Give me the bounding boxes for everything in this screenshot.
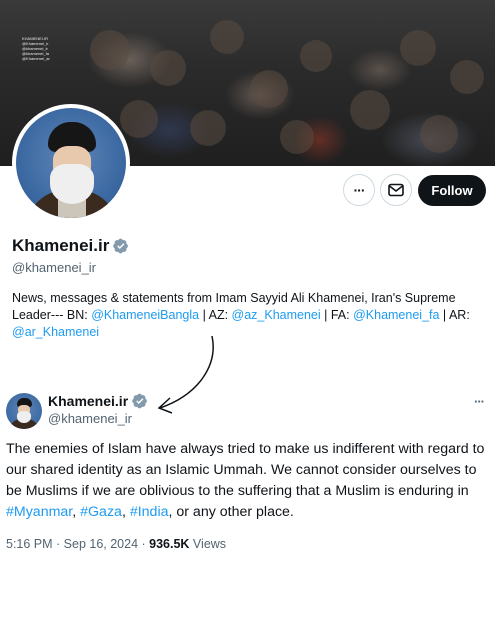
profile-name-row: Khamenei.ir [12, 236, 129, 256]
tweet-author-name[interactable]: Khamenei.ir [48, 393, 128, 409]
bio-link-az[interactable]: @az_Khamenei [232, 308, 321, 322]
message-button[interactable] [380, 174, 412, 206]
tweet-author-row[interactable]: Khamenei.ir [48, 393, 148, 409]
profile-handle: @khamenei_ir [12, 260, 97, 275]
hashtag-gaza[interactable]: #Gaza [80, 504, 122, 520]
more-button[interactable]: ··· [343, 174, 375, 206]
hashtag-myanmar[interactable]: #Myanmar [6, 504, 72, 520]
bio-separator: | FA: [320, 308, 354, 322]
mail-icon [388, 183, 404, 197]
tweet-text-end: , or any other place. [168, 504, 294, 520]
tweet-text: The enemies of Islam have always tried t… [6, 439, 490, 523]
banner-logo: KHAMENEI.IR @Khamenei_ir @khamenei_ir @k… [22, 36, 52, 62]
bio-separator: | AR: [439, 308, 470, 322]
follow-button[interactable]: Follow [418, 175, 486, 206]
tweet-more-icon[interactable]: ··· [474, 394, 485, 409]
tweet-views-label: Views [189, 537, 227, 551]
bio-link-fa[interactable]: @Khamenei_fa [353, 308, 439, 322]
tweet-views-count: 936.5K [149, 537, 190, 551]
tweet-author-handle[interactable]: @khamenei_ir [48, 411, 132, 426]
arrow-annotation-icon [157, 335, 214, 414]
hashtag-india[interactable]: #India [130, 504, 169, 520]
bio-link-bangla[interactable]: @KhameneiBangla [91, 308, 199, 322]
tweet-text-sep: , [72, 504, 81, 520]
tweet-text-body: The enemies of Islam have always tried t… [6, 441, 485, 499]
avatar-beard [50, 164, 94, 204]
verified-badge-icon [113, 238, 129, 254]
banner-logo-line: @Khamenei_ar [22, 56, 50, 61]
profile-name: Khamenei.ir [12, 236, 110, 255]
tweet-timestamp[interactable]: 5:16 PM · Sep 16, 2024 · [6, 537, 149, 551]
bio-link-ar[interactable]: @ar_Khamenei [12, 325, 99, 339]
bio-separator: | AZ: [199, 308, 232, 322]
tweet-meta: 5:16 PM · Sep 16, 2024 · 936.5K Views [6, 537, 226, 551]
tweet-avatar[interactable] [6, 393, 42, 429]
tweet-avatar-beard [17, 411, 31, 423]
verified-badge-icon [132, 393, 148, 409]
tweet-text-sep: , [121, 504, 130, 520]
profile-avatar[interactable] [12, 104, 130, 222]
more-icon: ··· [353, 182, 366, 198]
profile-bio: News, messages & statements from Imam Sa… [12, 290, 484, 341]
